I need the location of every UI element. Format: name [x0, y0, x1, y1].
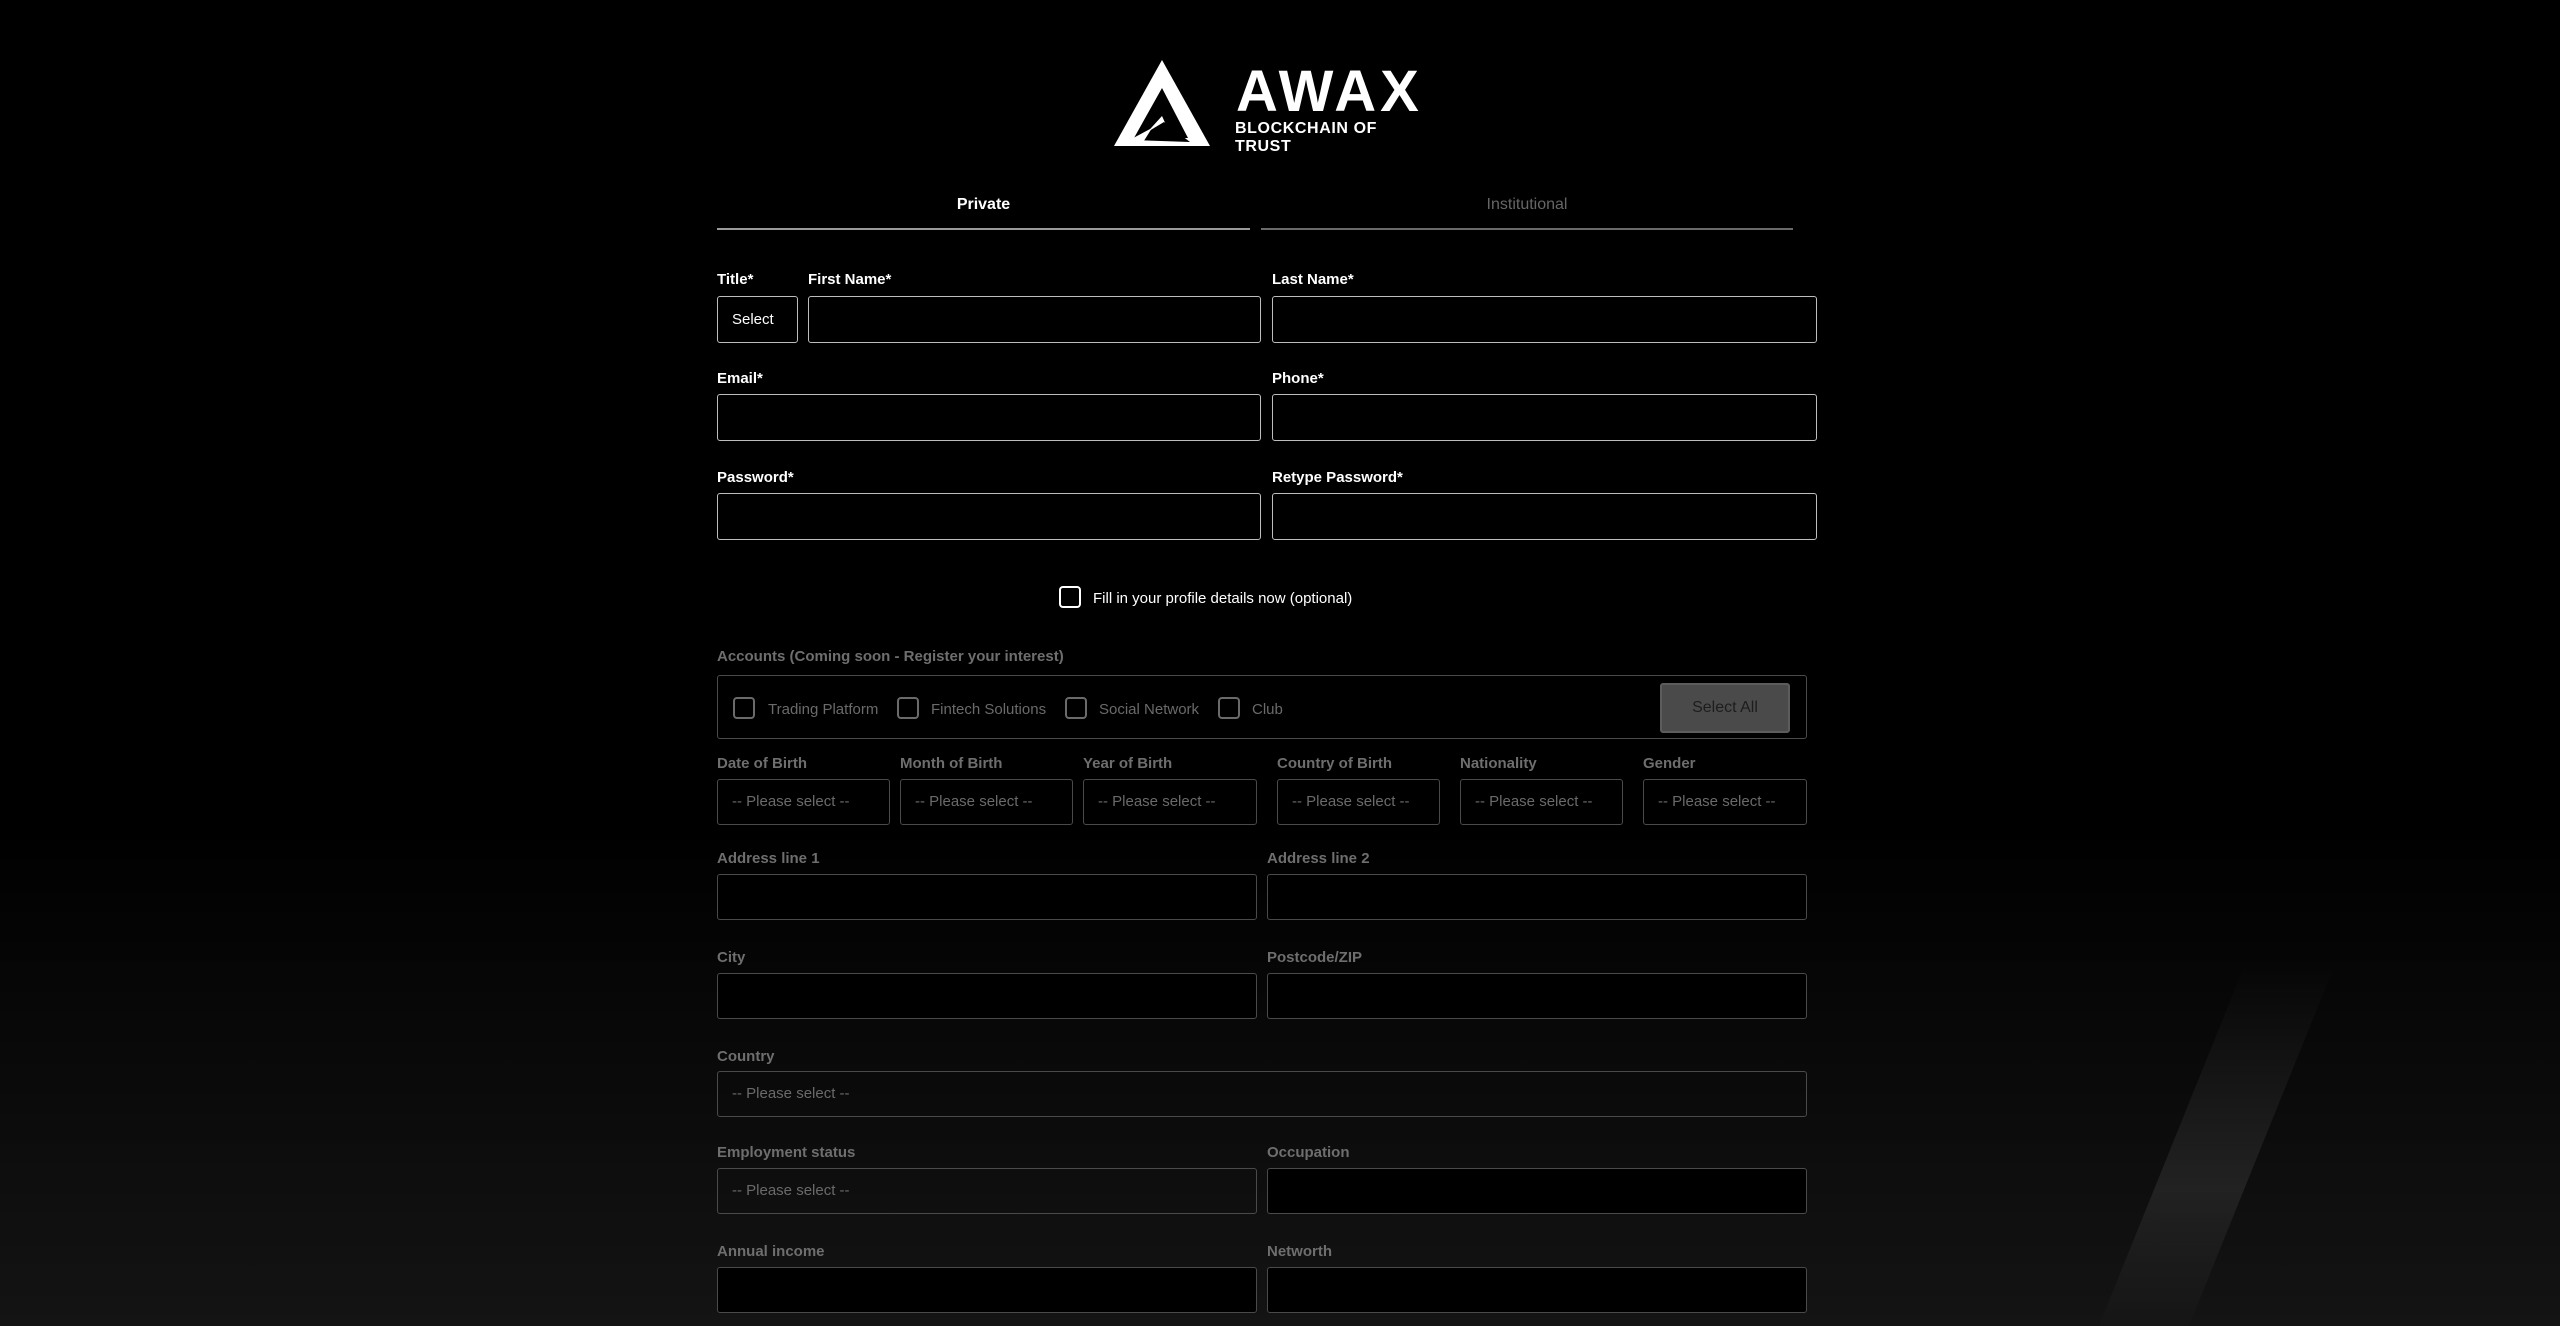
annual-income-label: Annual income: [717, 1243, 825, 1260]
profile-optin-checkbox[interactable]: [1059, 586, 1081, 608]
retype-password-label: Retype Password*: [1272, 469, 1403, 486]
employment-status-select[interactable]: -- Please select --: [717, 1168, 1257, 1214]
dob-year-label: Year of Birth: [1083, 755, 1173, 772]
gender-select[interactable]: -- Please select --: [1643, 779, 1807, 825]
account-label-club: Club: [1252, 701, 1283, 718]
country-label: Country: [717, 1048, 775, 1065]
nationality-select[interactable]: -- Please select --: [1460, 779, 1623, 825]
postcode-label: Postcode/ZIP: [1267, 949, 1363, 966]
networth-field[interactable]: [1267, 1267, 1807, 1313]
city-field[interactable]: [717, 973, 1257, 1019]
last-name-label: Last Name*: [1272, 271, 1354, 288]
first-name-label: First Name*: [808, 271, 892, 288]
account-label-social-network: Social Network: [1099, 701, 1200, 718]
email-label: Email*: [717, 370, 763, 387]
title-label: Title*: [717, 271, 754, 288]
password-label: Password*: [717, 469, 794, 486]
address-line2-label: Address line 2: [1267, 850, 1370, 867]
country-select[interactable]: -- Please select --: [717, 1071, 1807, 1117]
brand-tagline: BLOCKCHAIN OF TRUST: [1235, 120, 1378, 155]
account-label-trading-platform: Trading Platform: [768, 701, 879, 718]
address-line1-label: Address line 1: [717, 850, 820, 867]
country-of-birth-label: Country of Birth: [1277, 755, 1392, 772]
account-label-fintech-solutions: Fintech Solutions: [931, 701, 1047, 718]
password-field[interactable]: [717, 493, 1261, 540]
dob-day-select[interactable]: -- Please select --: [717, 779, 890, 825]
account-checkbox-social-network[interactable]: [1065, 697, 1087, 719]
dob-month-label: Month of Birth: [900, 755, 1003, 772]
dob-day-label: Date of Birth: [717, 755, 807, 772]
gender-label: Gender: [1643, 755, 1696, 772]
address-line2-field[interactable]: [1267, 874, 1807, 920]
profile-optin-label: Fill in your profile details now (option…: [1093, 590, 1353, 607]
address-line1-field[interactable]: [717, 874, 1257, 920]
city-label: City: [717, 949, 746, 966]
tab-private[interactable]: Private: [717, 196, 1250, 230]
awax-logo: AWAX BLOCKCHAIN OF TRUST: [1112, 58, 1432, 155]
phone-label: Phone*: [1272, 370, 1324, 387]
select-all-button[interactable]: Select All: [1660, 683, 1790, 733]
occupation-field[interactable]: [1267, 1168, 1807, 1214]
awax-triangle-icon: [1114, 60, 1210, 146]
last-name-field[interactable]: [1272, 296, 1817, 343]
country-of-birth-select[interactable]: -- Please select --: [1277, 779, 1440, 825]
nationality-label: Nationality: [1460, 755, 1537, 772]
employment-status-label: Employment status: [717, 1144, 856, 1161]
occupation-label: Occupation: [1267, 1144, 1350, 1161]
title-select[interactable]: Select: [717, 296, 798, 343]
account-checkbox-fintech-solutions[interactable]: [897, 697, 919, 719]
phone-field[interactable]: [1272, 394, 1817, 441]
brand-name: AWAX: [1236, 59, 1423, 124]
account-checkbox-club[interactable]: [1218, 697, 1240, 719]
account-checkbox-trading-platform[interactable]: [733, 697, 755, 719]
accounts-label: Accounts (Coming soon - Register your in…: [717, 648, 1064, 665]
networth-label: Networth: [1267, 1243, 1332, 1260]
tab-institutional[interactable]: Institutional: [1261, 196, 1793, 230]
annual-income-field[interactable]: [717, 1267, 1257, 1313]
retype-password-field[interactable]: [1272, 493, 1817, 540]
first-name-field[interactable]: [808, 296, 1261, 343]
email-field[interactable]: [717, 394, 1261, 441]
registration-page: AWAX BLOCKCHAIN OF TRUST Private Institu…: [0, 0, 2560, 1326]
dob-month-select[interactable]: -- Please select --: [900, 779, 1073, 825]
dob-year-select[interactable]: -- Please select --: [1083, 779, 1257, 825]
postcode-field[interactable]: [1267, 973, 1807, 1019]
